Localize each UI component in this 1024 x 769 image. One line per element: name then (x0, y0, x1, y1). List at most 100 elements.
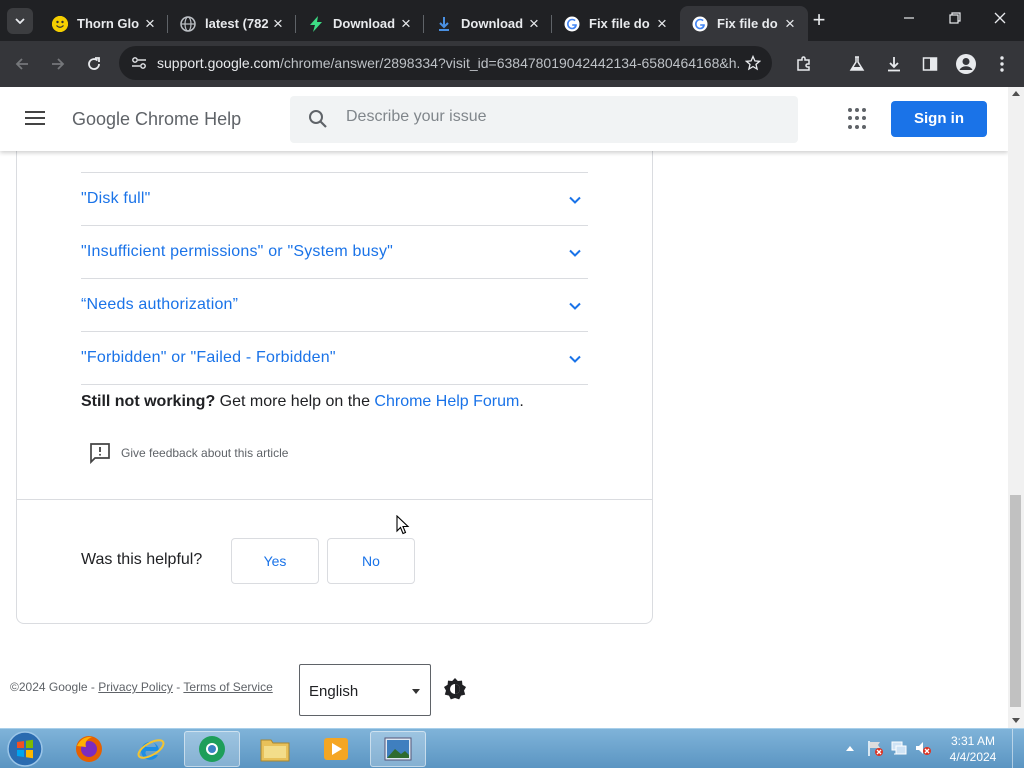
address-bar[interactable]: support.google.com/chrome/answer/2898334… (119, 46, 772, 80)
close-icon[interactable]: × (142, 15, 158, 32)
close-icon[interactable]: × (398, 15, 414, 32)
bookmark-star-icon[interactable] (745, 55, 761, 71)
search-icon (309, 110, 327, 128)
help-forum-link[interactable]: Chrome Help Forum (374, 393, 519, 410)
url-path: /chrome/answer/2898334?visit_id=63847801… (279, 55, 739, 71)
google-icon (692, 16, 708, 32)
profile-button[interactable] (954, 52, 978, 76)
show-desktop-button[interactable] (1012, 729, 1024, 769)
browser-tab[interactable]: latest (782 × (168, 6, 296, 41)
windows-start-icon[interactable] (3, 730, 47, 768)
privacy-link[interactable]: Privacy Policy (98, 680, 173, 694)
firefox-icon (76, 736, 102, 762)
chrome-taskbar-button[interactable] (184, 731, 240, 767)
language-select[interactable]: English (299, 664, 431, 716)
chevron-down-icon (569, 302, 581, 310)
labs-button[interactable] (845, 52, 869, 76)
google-apps-icon[interactable] (848, 108, 870, 130)
search-input[interactable] (346, 108, 776, 126)
tab-title: Fix file do (717, 16, 778, 31)
footer-sep: - (87, 680, 99, 694)
no-button[interactable]: No (327, 538, 415, 584)
network-icon[interactable] (890, 739, 908, 757)
hamburger-menu-icon[interactable] (22, 107, 48, 131)
browser-tab[interactable]: Download × (296, 6, 424, 41)
accordion-label: "Forbidden" or "Failed - Forbidden" (81, 349, 336, 366)
chevron-up-icon[interactable] (845, 744, 855, 752)
article-card: "Disk full" "Insufficient permissions" o… (16, 87, 653, 624)
close-window-button[interactable] (988, 8, 1012, 32)
chevron-down-icon (569, 196, 581, 204)
close-icon[interactable]: × (270, 15, 286, 32)
accordion-item[interactable]: "Disk full" (81, 173, 588, 226)
accordion-item[interactable]: "Forbidden" or "Failed - Forbidden" (81, 332, 588, 385)
scroll-thumb[interactable] (1010, 495, 1021, 707)
terms-link[interactable]: Terms of Service (183, 680, 272, 694)
puzzle-icon (797, 56, 810, 71)
reload-icon (88, 57, 100, 70)
scroll-up-icon[interactable] (1012, 91, 1020, 96)
side-panel-icon (922, 57, 938, 71)
footer-sep: - (172, 680, 184, 694)
side-panel-button[interactable] (918, 52, 942, 76)
close-icon (994, 12, 1006, 24)
browser-tab[interactable]: Download × (424, 6, 552, 41)
new-tab-button[interactable]: + (809, 9, 829, 31)
url-host: support.google.com (157, 55, 280, 71)
firefox-taskbar-button[interactable] (61, 731, 117, 767)
volume-muted-icon[interactable] (914, 739, 932, 757)
extensions-button[interactable] (792, 52, 816, 76)
browser-tab-active[interactable]: Fix file do × (680, 6, 808, 41)
browser-tab[interactable]: Thorn Glo × (40, 6, 168, 41)
smiley-icon (52, 15, 68, 32)
help-header: Google Chrome Help Sign in (0, 87, 1008, 151)
language-value: English (309, 683, 359, 700)
arrow-left-icon (15, 58, 28, 70)
minimize-button[interactable] (897, 8, 921, 32)
back-button[interactable] (10, 52, 34, 76)
avatar-icon (956, 54, 976, 74)
tab-search-button[interactable] (7, 8, 33, 34)
ie-taskbar-button[interactable] (123, 731, 179, 767)
photo-viewer-taskbar-button[interactable] (370, 731, 426, 767)
site-title[interactable]: Google Chrome Help (72, 109, 241, 130)
close-icon[interactable]: × (782, 15, 798, 32)
browser-toolbar: support.google.com/chrome/answer/2898334… (0, 41, 1024, 87)
close-icon[interactable]: × (526, 15, 542, 32)
still-bold: Still not working? (81, 393, 216, 410)
url-text: support.google.com/chrome/answer/2898334… (157, 55, 739, 71)
yes-button[interactable]: Yes (231, 538, 319, 584)
reload-button[interactable] (82, 52, 106, 76)
chevron-down-icon (569, 355, 581, 363)
tab-title: Download (333, 16, 396, 31)
accordion-item[interactable]: "Insufficient permissions" or "System bu… (81, 226, 588, 279)
theme-toggle-icon[interactable] (443, 677, 467, 701)
search-box[interactable] (290, 96, 798, 143)
site-settings-icon[interactable] (131, 56, 147, 70)
accordion-label: “Needs authorization” (81, 296, 239, 313)
feedback-icon (90, 443, 110, 464)
tab-title: latest (782 (205, 16, 269, 31)
chrome-menu-button[interactable] (990, 52, 1014, 76)
accordion-item[interactable]: “Needs authorization” (81, 279, 588, 332)
action-center-flag-icon[interactable] (866, 739, 884, 757)
clock-time: 3:31 AM (950, 734, 996, 748)
system-clock[interactable]: 3:31 AM 4/4/2024 (944, 733, 1002, 765)
tab-strip: Thorn Glo × latest (782 × Download × Dow… (0, 0, 1024, 41)
explorer-taskbar-button[interactable] (247, 731, 303, 767)
still-not-working: Still not working? Get more help on the … (81, 393, 524, 411)
tab-title: Thorn Glo (77, 16, 140, 31)
page-scrollbar[interactable] (1008, 87, 1024, 728)
forward-button[interactable] (46, 52, 70, 76)
close-icon[interactable]: × (654, 15, 670, 32)
restore-button[interactable] (943, 8, 967, 32)
sign-in-button[interactable]: Sign in (891, 101, 987, 137)
copyright: ©2024 Google (10, 680, 88, 694)
scroll-down-icon[interactable] (1012, 718, 1020, 723)
downloads-button[interactable] (882, 52, 906, 76)
flask-icon (849, 56, 865, 71)
chevron-down-icon (15, 18, 25, 24)
browser-tab[interactable]: Fix file do × (552, 6, 680, 41)
media-player-taskbar-button[interactable] (308, 731, 364, 767)
feedback-link[interactable]: Give feedback about this article (89, 442, 288, 464)
